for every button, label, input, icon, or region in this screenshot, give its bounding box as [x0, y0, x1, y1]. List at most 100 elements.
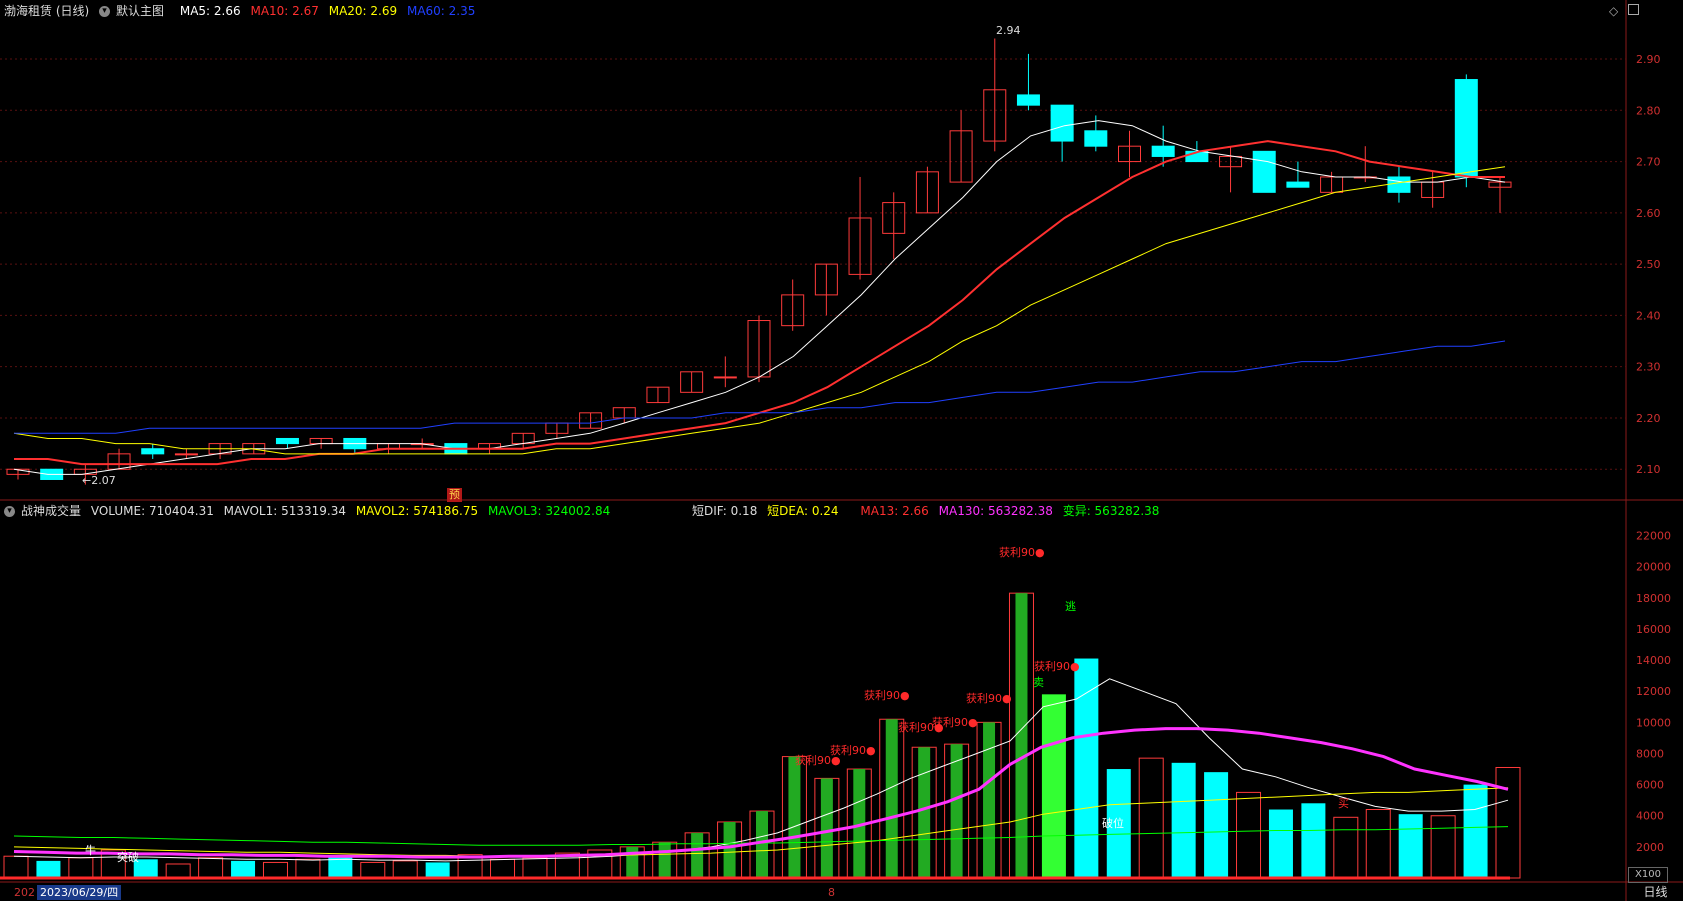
price-tick-label: 2.60	[1636, 207, 1661, 220]
settings-box-icon[interactable]	[1628, 4, 1639, 15]
cursor-date: 2023/06/29/四	[37, 885, 122, 900]
volume-tick-label: 18000	[1636, 592, 1671, 605]
mavol2-label: MAVOL2: 574186.75	[355, 504, 479, 518]
candle-body	[1151, 145, 1175, 157]
candle-body	[1084, 130, 1108, 147]
volume-bar	[626, 846, 639, 878]
volume-bar	[1236, 791, 1262, 879]
main-chart-toggle[interactable]: ▾ 默认主图	[99, 4, 170, 18]
candle-body	[1286, 181, 1310, 188]
volume-tick-label: 8000	[1636, 747, 1664, 760]
volume-tick-label: 20000	[1636, 561, 1671, 574]
ma-lines	[13, 120, 1506, 475]
ma20-label: MA20: 2.69	[328, 4, 398, 18]
volume-tick-label: 4000	[1636, 810, 1664, 823]
chevron-down-icon[interactable]: ▾	[99, 6, 111, 17]
volume-bar	[1430, 815, 1456, 879]
volume-bar	[1301, 803, 1326, 878]
volume-tick-label: 2000	[1636, 841, 1664, 854]
volume-bar	[1204, 772, 1229, 878]
volume-bar	[756, 811, 768, 878]
volume-label: VOLUME: 710404.31	[90, 504, 214, 518]
price-tick-label: 2.40	[1636, 309, 1661, 322]
macd-header: 短DIF: 0.18 短DEA: 0.24 MA13: 2.66 MA130: …	[692, 502, 1165, 520]
price-tick-label: 2.80	[1636, 104, 1661, 117]
window-icons: ◇	[1609, 4, 1639, 18]
volume-tick-label: 12000	[1636, 685, 1671, 698]
volume-bar	[295, 858, 321, 879]
mai-label: 卖	[1033, 676, 1044, 689]
volume-bar	[262, 861, 288, 879]
ma-line-ma5	[13, 120, 1506, 475]
huoli-label-3: 获利90●	[864, 689, 910, 702]
mai2-label: 买	[1338, 797, 1349, 810]
volume-bar	[1041, 694, 1066, 878]
volume-tick-label: 14000	[1636, 654, 1671, 667]
volume-bar	[820, 778, 833, 878]
mavol1-label: MAVOL1: 513319.34	[223, 504, 346, 518]
candle-body	[713, 376, 737, 379]
yu-badge: 预	[447, 488, 462, 502]
price-axis: 2.10 2.20 2.30 2.40 2.50 2.60 2.70 2.80 2.90 2000…	[1636, 53, 1671, 854]
volume-bar	[1074, 658, 1099, 878]
volume-bar	[983, 722, 996, 878]
candle-body	[174, 453, 198, 456]
ma60-label: MA60: 2.35	[406, 4, 476, 18]
ma13-label: MA13: 2.66	[860, 504, 929, 518]
volume-bar	[68, 857, 94, 879]
dif-label: 短DIF: 0.18	[692, 504, 758, 518]
indicator-name[interactable]: 战神成交量	[21, 504, 81, 518]
powei-label: 破位	[1102, 817, 1124, 830]
volume-bar	[788, 756, 801, 878]
volume-bar	[1333, 816, 1359, 879]
zoom-button[interactable]: X100	[1628, 867, 1668, 883]
price-tick-label: 2.70	[1636, 156, 1661, 169]
niu-label: 牛	[85, 844, 96, 857]
diamond-icon[interactable]: ◇	[1609, 4, 1618, 18]
volume-bar	[360, 861, 386, 879]
huoli-label-2: 获利90●	[830, 744, 876, 757]
volume-header: ▾ 战神成交量 VOLUME: 710404.31 MAVOL1: 513319.…	[4, 502, 616, 520]
volume-bar	[723, 821, 736, 878]
huoli-label-5: 获利90●	[932, 716, 978, 729]
price-tick-label: 2.20	[1636, 412, 1661, 425]
volume-tick-label: 10000	[1636, 716, 1671, 729]
candle-body	[1454, 79, 1478, 178]
candle-body	[1252, 150, 1276, 193]
stock-title[interactable]: 渤海租赁 (日线)	[4, 4, 89, 18]
volume-bar	[1015, 593, 1028, 878]
period-tab[interactable]: 日线	[1628, 884, 1683, 901]
volume-bar	[425, 862, 450, 878]
volume-bar	[885, 719, 898, 878]
volume-bar	[3, 855, 29, 879]
ma-line-ma10	[14, 140, 1505, 466]
volume-bar	[165, 863, 191, 879]
volume-bar	[1171, 762, 1196, 878]
volume-tick-label: 16000	[1636, 623, 1671, 636]
volume-bar	[392, 860, 418, 879]
volume-bar	[231, 860, 256, 878]
price-header: 渤海租赁 (日线) ▾ 默认主图 MA5: 2.66 MA10: 2.67 MA2…	[4, 2, 481, 20]
candle-body	[1050, 104, 1074, 142]
main-chart-label: 默认主图	[116, 4, 165, 18]
high-annotation: 2.94	[996, 24, 1021, 37]
volume-panel	[0, 592, 1521, 880]
date-prefix: 202	[14, 886, 35, 899]
volume-bar	[1138, 757, 1164, 879]
chevron-down-icon[interactable]: ▾	[4, 506, 15, 517]
volume-bar	[198, 857, 224, 879]
volume-bar	[1495, 766, 1521, 879]
price-tick-label: 2.10	[1636, 463, 1661, 476]
volume-bar	[1463, 784, 1488, 878]
price-tick-label: 2.90	[1636, 53, 1661, 66]
huoli-label-6: 获利90●	[966, 692, 1012, 705]
volume-bar	[36, 860, 61, 878]
tupo-label: 突破	[117, 851, 139, 864]
ma130-label: MA130: 563282.38	[938, 504, 1053, 518]
volume-bar	[918, 747, 931, 878]
volume-bar	[658, 842, 671, 878]
candle-body	[1387, 176, 1411, 193]
bianyi-label: 变异: 563282.38	[1062, 504, 1160, 518]
volume-bar	[1268, 809, 1293, 878]
price-tick-label: 2.30	[1636, 361, 1661, 374]
